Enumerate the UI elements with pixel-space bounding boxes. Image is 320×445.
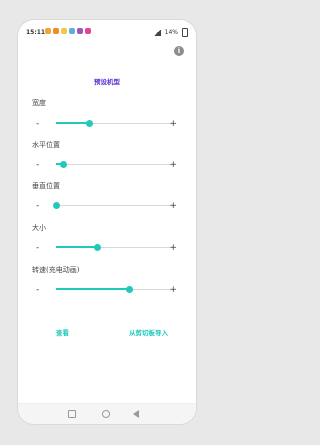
view-button[interactable]: 查看 [56,327,69,337]
setting-horizontal-label: 水平位置 [32,141,60,149]
notification-icon-1 [45,28,51,34]
decrease-vertical-button[interactable]: - [36,201,39,211]
decrease-width-button[interactable]: - [36,119,39,129]
status-indicators: 14% [152,28,188,37]
notification-icons [45,28,91,34]
vertical-slider[interactable] [52,201,174,211]
status-bar: 15:11 14% [18,20,196,42]
increase-size-button[interactable]: + [169,243,177,253]
speed-slider[interactable] [56,285,174,295]
horizontal-slider[interactable] [56,160,174,170]
decrease-size-button[interactable]: - [36,243,39,253]
battery-percent: 14% [164,29,178,36]
setting-speed-label: 转速(充电动画) [32,266,80,274]
info-icon[interactable]: i [174,46,184,56]
battery-icon [182,28,188,37]
status-time: 15:11 [26,29,46,36]
increase-width-button[interactable]: + [169,119,177,129]
size-slider[interactable] [56,243,174,253]
notification-icon-2 [53,28,59,34]
notification-icon-4 [69,28,75,34]
signal-icon [152,29,161,36]
setting-vertical-label: 垂直位置 [32,182,60,190]
notification-icon-3 [61,28,67,34]
home-icon[interactable] [102,410,110,418]
increase-horizontal-button[interactable]: + [169,160,177,170]
phone-frame: 15:11 14% i 预设机型 宽度 - + 水平位置 - + 垂直位置 - … [18,20,196,424]
notification-icon-6 [85,28,91,34]
notification-icon-5 [77,28,83,34]
back-icon[interactable] [133,410,139,418]
decrease-horizontal-button[interactable]: - [36,160,39,170]
setting-size-label: 大小 [32,224,46,232]
setting-width-label: 宽度 [32,99,46,107]
page-title: 预设机型 [94,78,120,86]
increase-vertical-button[interactable]: + [169,201,177,211]
width-slider[interactable] [56,119,174,129]
decrease-speed-button[interactable]: - [36,285,39,295]
recent-apps-icon[interactable] [68,410,76,418]
navigation-bar [18,403,196,424]
import-clipboard-button[interactable]: 从剪切板导入 [129,327,168,337]
increase-speed-button[interactable]: + [169,285,177,295]
